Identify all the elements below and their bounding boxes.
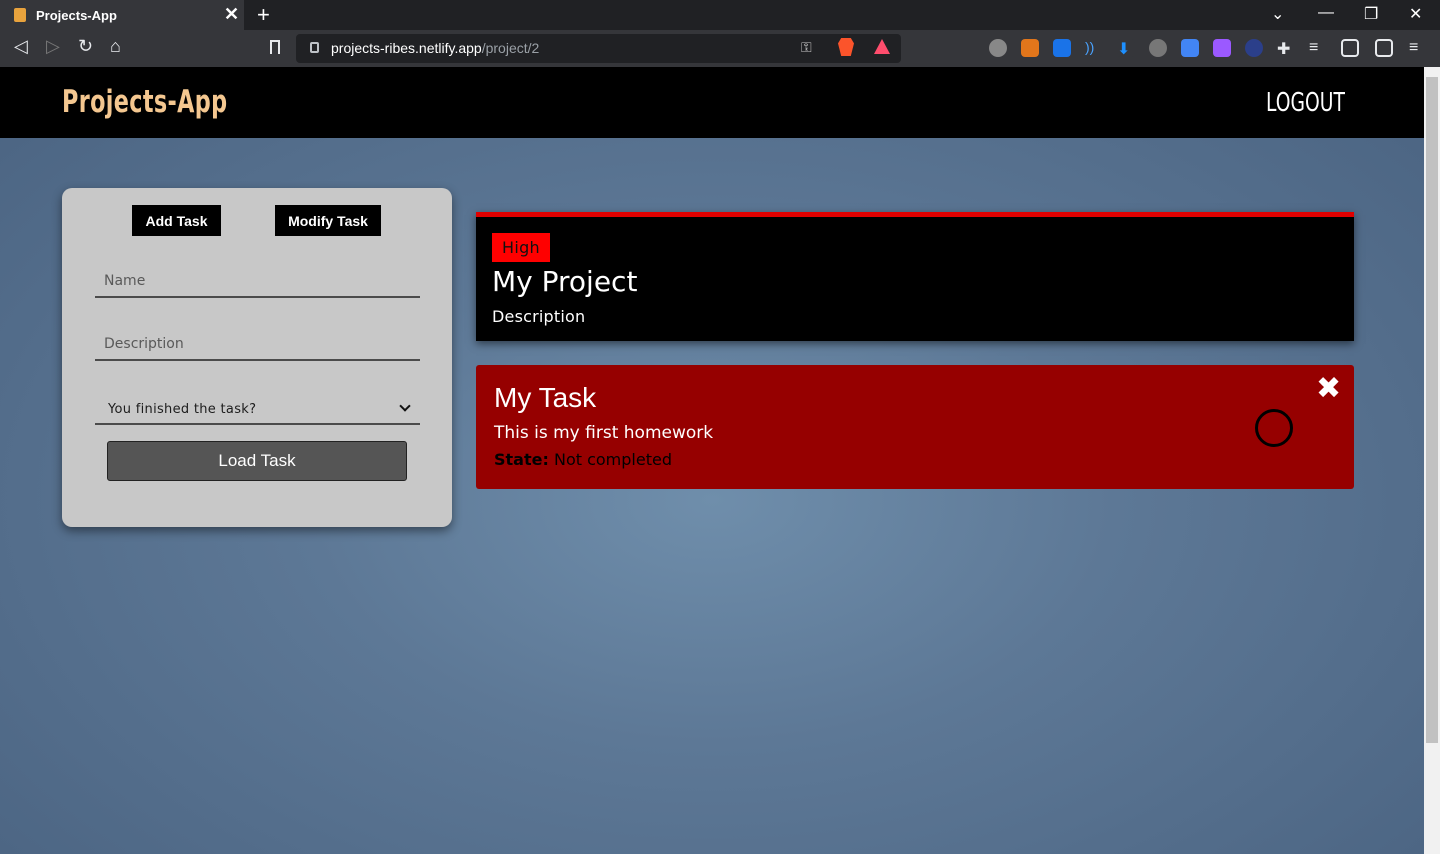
forward-icon[interactable]: ▷	[46, 36, 60, 57]
description-field	[95, 329, 420, 361]
home-icon[interactable]: ⌂	[110, 36, 121, 57]
delete-task-icon[interactable]: ✖	[1316, 374, 1341, 404]
new-tab-icon[interactable]: +	[257, 2, 270, 28]
address-bar[interactable]: projects-ribes.netlify.app/project/2 ⚿	[296, 34, 901, 63]
sidebar-icon[interactable]	[1341, 39, 1359, 57]
logout-link[interactable]: LOGOUT	[1266, 88, 1345, 118]
page-scrollbar[interactable]	[1424, 67, 1440, 854]
name-field	[95, 266, 420, 298]
metamask-icon[interactable]	[1021, 39, 1039, 57]
page-content: Projects-App LOGOUT Add Task Modify Task…	[0, 67, 1424, 854]
add-task-button[interactable]: Add Task	[132, 205, 221, 236]
extension-circle-icon[interactable]	[1245, 39, 1263, 57]
extension-shield-icon[interactable]	[1053, 39, 1071, 57]
menu-icon[interactable]: ≡	[1409, 39, 1427, 57]
project-title: My Project	[492, 265, 638, 298]
minimize-icon[interactable]: —	[1318, 4, 1334, 22]
tab-search-icon[interactable]: ⌄	[1271, 4, 1284, 24]
back-icon[interactable]: ◁	[14, 36, 28, 57]
key-icon[interactable]: ⚿	[801, 39, 812, 56]
project-description: Description	[492, 307, 586, 326]
finished-select[interactable]: You finished the task?	[95, 394, 420, 425]
project-card: High My Project Description	[476, 212, 1354, 341]
restore-icon[interactable]: ❐	[1364, 4, 1378, 24]
finished-select-value: You finished the task?	[108, 402, 257, 417]
extension-pen-icon[interactable]	[1213, 39, 1231, 57]
lock-icon	[310, 42, 319, 53]
app-brand[interactable]: Projects-App	[62, 84, 227, 120]
translate-icon[interactable]	[1181, 39, 1199, 57]
task-state-label: State:	[494, 450, 549, 469]
task-title: My Task	[494, 382, 597, 413]
task-state: State: Not completed	[494, 450, 672, 469]
extension-k-icon[interactable]	[989, 39, 1007, 57]
browser-tab[interactable]: Projects-App ✕	[0, 0, 244, 30]
name-input[interactable]	[95, 266, 420, 296]
url-text: projects-ribes.netlify.app/project/2	[331, 40, 540, 56]
task-state-value: Not completed	[553, 450, 672, 469]
toggle-complete-circle-icon[interactable]	[1255, 409, 1293, 447]
extension-wave-icon[interactable]: ))	[1085, 39, 1103, 57]
task-card[interactable]: My Task This is my first homework State:…	[476, 365, 1354, 489]
extension-cat-icon[interactable]	[1149, 39, 1167, 57]
modify-task-button[interactable]: Modify Task	[275, 205, 381, 236]
reload-icon[interactable]: ↻	[78, 36, 93, 57]
scrollbar-thumb[interactable]	[1426, 77, 1438, 743]
chevron-down-icon	[399, 400, 411, 412]
browser-toolbar: ◁ ▷ ↻ ⌂ projects-ribes.netlify.app/proje…	[0, 30, 1440, 67]
media-icon[interactable]: ≡	[1309, 39, 1327, 57]
extensions-puzzle-icon[interactable]: ✚	[1277, 39, 1295, 58]
download-icon[interactable]: ⬇	[1117, 39, 1135, 58]
task-description: This is my first homework	[494, 423, 714, 443]
wallet-icon[interactable]	[1375, 39, 1393, 57]
brave-shield-icon[interactable]	[838, 38, 854, 56]
browser-tabstrip: Projects-App ✕ + ⌄ — ❐ ✕	[0, 0, 1440, 30]
load-task-button[interactable]: Load Task	[107, 441, 407, 481]
tab-title: Projects-App	[36, 8, 117, 23]
priority-badge: High	[492, 233, 550, 262]
app-favicon-icon	[14, 8, 26, 22]
close-window-icon[interactable]: ✕	[1409, 4, 1422, 24]
brave-rewards-icon[interactable]	[874, 39, 890, 54]
bookmark-icon[interactable]	[270, 40, 280, 54]
description-input[interactable]	[95, 329, 420, 359]
app-navbar: Projects-App LOGOUT	[0, 67, 1424, 138]
task-form-card: Add Task Modify Task You finished the ta…	[62, 188, 452, 527]
close-tab-icon[interactable]: ✕	[224, 4, 239, 25]
